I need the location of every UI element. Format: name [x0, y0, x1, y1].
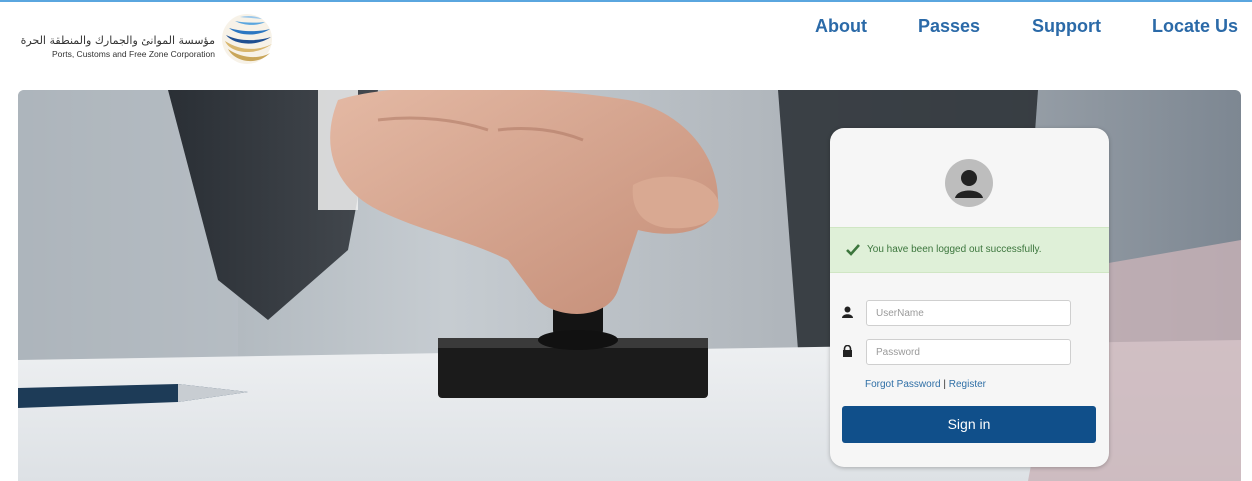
nav-locate-us-link[interactable]: Locate Us	[1152, 16, 1238, 37]
register-link[interactable]: Register	[949, 379, 986, 390]
user-avatar-icon	[945, 159, 993, 207]
lock-icon	[843, 345, 852, 357]
top-accent-line	[0, 0, 1252, 2]
globe-swirl-logo-icon[interactable]	[220, 11, 274, 67]
account-links: Forgot Password | Register	[865, 379, 986, 390]
org-name-arabic: مؤسسة الموانئ والجمارك والمنطقة الحرة	[20, 34, 215, 47]
nav-about-link[interactable]: About	[815, 16, 867, 37]
logout-success-alert: You have been logged out successfully.	[830, 227, 1109, 273]
org-name-english: Ports, Customs and Free Zone Corporation	[52, 49, 215, 59]
link-separator: |	[943, 379, 946, 390]
logo-text: مؤسسة الموانئ والجمارك والمنطقة الحرة Po…	[10, 34, 215, 60]
sign-in-button[interactable]: Sign in	[842, 406, 1096, 443]
username-input[interactable]	[866, 300, 1071, 326]
password-input[interactable]	[866, 339, 1071, 365]
nav-passes-link[interactable]: Passes	[918, 16, 980, 37]
login-card: You have been logged out successfully. F…	[830, 128, 1109, 467]
user-icon	[842, 306, 853, 318]
forgot-password-link[interactable]: Forgot Password	[865, 379, 941, 390]
alert-message: You have been logged out successfully.	[867, 244, 1042, 255]
checkmark-icon	[846, 244, 860, 256]
nav-support-link[interactable]: Support	[1032, 16, 1101, 37]
